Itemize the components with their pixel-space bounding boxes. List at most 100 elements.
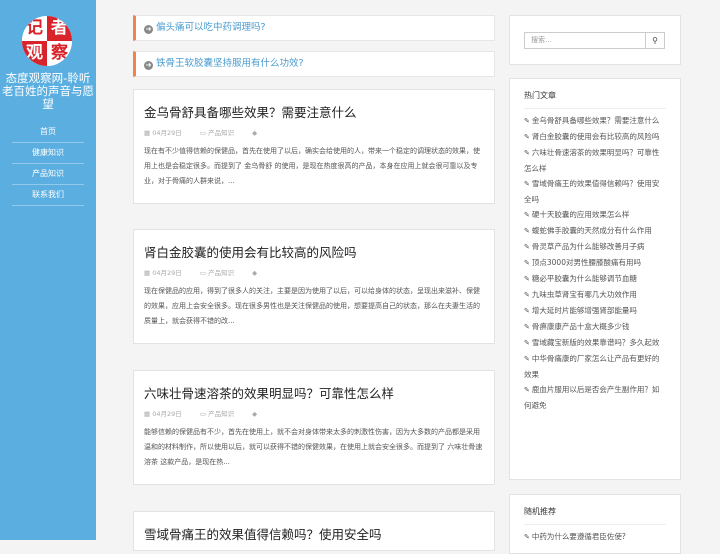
calendar-icon: ▦ 04月29日 bbox=[144, 410, 182, 418]
post-category[interactable]: 产品知识 bbox=[208, 410, 234, 418]
folder-icon: ▭ 产品知识 bbox=[199, 269, 235, 277]
pencil-icon: ✎ bbox=[524, 275, 530, 283]
pencil-icon: ✎ bbox=[524, 133, 530, 141]
pencil-icon: ✎ bbox=[524, 227, 530, 235]
random-list: ✎ 中药为什么要遵循君臣佐使? bbox=[524, 529, 666, 545]
list-item[interactable]: ✎ 六味壮骨速溶茶的效果明显吗？可靠性怎么样 bbox=[524, 145, 666, 176]
list-item-link[interactable]: 雪域骨痛王的效果值得信赖吗？使用安全吗 bbox=[524, 179, 659, 204]
list-item[interactable]: ✎ 蝮蛇佛手胶囊的天然成分有什么作用 bbox=[524, 223, 666, 239]
search-widget: 搜索... ⚲ bbox=[509, 15, 681, 65]
list-item[interactable]: ✎ 中华骨痛康的厂家怎么让产品有更好的效果 bbox=[524, 351, 666, 382]
tag-icon: ◆ bbox=[252, 129, 258, 137]
post-excerpt: 现在保健品的应用，得到了很多人的关注，主要是因为使用了以后，可以给身体的状态，呈… bbox=[144, 287, 480, 325]
list-item[interactable]: ✎ 雪域藏宝新版的效果靠谱吗？多久起效 bbox=[524, 335, 666, 351]
search-input[interactable]: 搜索... bbox=[524, 32, 645, 49]
pencil-icon: ✎ bbox=[524, 291, 530, 299]
list-item[interactable]: ✎ 顶点3000对男性腰膝酸痛有用吗 bbox=[524, 255, 666, 271]
list-item[interactable]: ✎ 骨痹康康产品十盒大概多少钱 bbox=[524, 319, 666, 335]
list-item[interactable]: ✎ 糖必平胶囊为什么能够调节血糖 bbox=[524, 271, 666, 287]
pencil-icon: ✎ bbox=[524, 323, 530, 331]
pencil-icon: ✎ bbox=[524, 307, 530, 315]
list-item[interactable]: ✎ 硬十天胶囊的应用效果怎么样 bbox=[524, 207, 666, 223]
list-item-link[interactable]: 硬十天胶囊的应用效果怎么样 bbox=[532, 210, 630, 219]
post-card: 雪域骨痛王的效果值得信赖吗？使用安全吗 bbox=[133, 511, 495, 551]
list-item-link[interactable]: 增大延时片能够增强肾部能量吗 bbox=[532, 306, 637, 315]
random-widget: 随机推荐 ✎ 中药为什么要遵循君臣佐使? bbox=[509, 494, 681, 554]
list-item[interactable]: ✎ 鹿血片服用以后是否会产生副作用？如何避免 bbox=[524, 382, 666, 413]
hot-articles-title: 热门文章 bbox=[524, 79, 666, 109]
arrow-circle-icon: ➜ bbox=[144, 25, 153, 34]
folder-icon: ▭ 产品知识 bbox=[199, 410, 235, 418]
list-item-link[interactable]: 六味壮骨速溶茶的效果明显吗？可靠性怎么样 bbox=[524, 148, 659, 173]
list-item-link[interactable]: 骨痹康康产品十盒大概多少钱 bbox=[532, 322, 630, 331]
list-item[interactable]: ✎ 金乌骨舒具备哪些效果？需要注意什么 bbox=[524, 113, 666, 129]
logo-char: 记 bbox=[22, 16, 47, 41]
pencil-icon: ✎ bbox=[524, 339, 530, 347]
list-item-link[interactable]: 骨灵草产品为什么能够改善月子病 bbox=[532, 242, 645, 251]
list-item-link[interactable]: 顶点3000对男性腰膝酸痛有用吗 bbox=[532, 258, 641, 267]
list-item-link[interactable]: 九味虫草肾宝有哪几大功效作用 bbox=[532, 290, 637, 299]
list-item[interactable]: ✎ 九味虫草肾宝有哪几大功效作用 bbox=[524, 287, 666, 303]
hot-articles-widget: 热门文章 ✎ 金乌骨舒具备哪些效果？需要注意什么 ✎ 肾白金胶囊的使用会有比较高的风… bbox=[509, 78, 681, 480]
pencil-icon: ✎ bbox=[524, 180, 530, 188]
pencil-icon: ✎ bbox=[524, 243, 530, 251]
pencil-icon: ✎ bbox=[524, 117, 530, 125]
post-date: 04月29日 bbox=[152, 129, 182, 137]
post-title[interactable]: 金乌骨舒具备哪些效果？需要注意什么 bbox=[144, 103, 484, 123]
folder-icon: ▭ 产品知识 bbox=[199, 129, 235, 137]
list-item-link[interactable]: 鹿血片服用以后是否会产生副作用？如何避免 bbox=[524, 385, 659, 410]
search-button[interactable]: ⚲ bbox=[645, 32, 665, 49]
nav-item-home[interactable]: 首页 bbox=[12, 122, 84, 143]
list-item[interactable]: ✎ 肾白金胶囊的使用会有比较高的风险吗 bbox=[524, 129, 666, 145]
logo-char: 观 bbox=[22, 41, 47, 66]
post-meta: ▦ 04月29日 ▭ 产品知识 ◆ bbox=[144, 407, 484, 421]
main-nav: 首页 健康知识 产品知识 联系我们 bbox=[12, 122, 84, 206]
post-title[interactable]: 六味壮骨速溶茶的效果明显吗？可靠性怎么样 bbox=[144, 384, 484, 404]
post-card: 肾白金胶囊的使用会有比较高的风险吗 ▦ 04月29日 ▭ 产品知识 ◆ 现在保健… bbox=[133, 229, 495, 344]
pencil-icon: ✎ bbox=[524, 149, 530, 157]
nav-item-contact[interactable]: 联系我们 bbox=[12, 185, 84, 206]
list-item-link[interactable]: 金乌骨舒具备哪些效果？需要注意什么 bbox=[532, 116, 660, 125]
list-item[interactable]: ✎ 中药为什么要遵循君臣佐使? bbox=[524, 529, 666, 545]
list-item[interactable]: ✎ 雪域骨痛王的效果值得信赖吗？使用安全吗 bbox=[524, 176, 666, 207]
post-date: 04月29日 bbox=[152, 410, 182, 418]
pencil-icon: ✎ bbox=[524, 211, 530, 219]
pencil-icon: ✎ bbox=[524, 355, 530, 363]
post-category[interactable]: 产品知识 bbox=[208, 129, 234, 137]
post-card: 六味壮骨速溶茶的效果明显吗？可靠性怎么样 ▦ 04月29日 ▭ 产品知识 ◆ 能… bbox=[133, 370, 495, 485]
post-card: 金乌骨舒具备哪些效果？需要注意什么 ▦ 04月29日 ▭ 产品知识 ◆ 现在有不… bbox=[133, 89, 495, 204]
calendar-icon: ▦ 04月29日 bbox=[144, 129, 182, 137]
pencil-icon: ✎ bbox=[524, 386, 530, 394]
list-item-link[interactable]: 中华骨痛康的厂家怎么让产品有更好的效果 bbox=[524, 354, 659, 379]
nav-item-health[interactable]: 健康知识 bbox=[12, 143, 84, 164]
notice-link[interactable]: ➜ 铁骨王软胶囊坚持服用有什么功效? bbox=[133, 51, 495, 77]
post-title[interactable]: 肾白金胶囊的使用会有比较高的风险吗 bbox=[144, 243, 484, 263]
notice-link[interactable]: ➜ 偏头痛可以吃中药调理吗? bbox=[133, 15, 495, 41]
post-meta: ▦ 04月29日 ▭ 产品知识 ◆ bbox=[144, 266, 484, 280]
list-item-link[interactable]: 雪域藏宝新版的效果靠谱吗？多久起效 bbox=[532, 338, 660, 347]
site-title[interactable]: 态度观察网-聆听老百姓的声音与愿望 bbox=[0, 72, 96, 111]
post-meta: ▦ 04月29日 ▭ 产品知识 ◆ bbox=[144, 126, 484, 140]
post-excerpt: 能够信赖的保健品有不少，首先在使用上，就不会对身体带来太多的刺激性伤害，因为大多… bbox=[144, 428, 483, 466]
random-title: 随机推荐 bbox=[524, 495, 666, 525]
logo-char: 者 bbox=[47, 16, 72, 41]
notice-text[interactable]: 偏头痛可以吃中药调理吗? bbox=[156, 22, 266, 33]
logo-char: 察 bbox=[47, 41, 72, 66]
list-item-link[interactable]: 肾白金胶囊的使用会有比较高的风险吗 bbox=[532, 132, 660, 141]
list-item-link[interactable]: 糖必平胶囊为什么能够调节血糖 bbox=[532, 274, 637, 283]
hot-articles-list: ✎ 金乌骨舒具备哪些效果？需要注意什么 ✎ 肾白金胶囊的使用会有比较高的风险吗 ✎ 六… bbox=[524, 113, 666, 413]
pencil-icon: ✎ bbox=[524, 259, 530, 267]
notice-text[interactable]: 铁骨王软胶囊坚持服用有什么功效? bbox=[156, 58, 304, 69]
left-sidebar: 记 者 观 察 态度观察网-聆听老百姓的声音与愿望 首页 健康知识 产品知识 联… bbox=[0, 0, 96, 540]
arrow-circle-icon: ➜ bbox=[144, 61, 153, 70]
list-item[interactable]: ✎ 骨灵草产品为什么能够改善月子病 bbox=[524, 239, 666, 255]
tag-icon: ◆ bbox=[252, 269, 258, 277]
nav-item-products[interactable]: 产品知识 bbox=[12, 164, 84, 185]
post-title[interactable]: 雪域骨痛王的效果值得信赖吗？使用安全吗 bbox=[144, 525, 484, 545]
post-date: 04月29日 bbox=[152, 269, 182, 277]
post-category[interactable]: 产品知识 bbox=[208, 269, 234, 277]
site-logo[interactable]: 记 者 观 察 bbox=[22, 16, 72, 66]
calendar-icon: ▦ 04月29日 bbox=[144, 269, 182, 277]
list-item-link[interactable]: 蝮蛇佛手胶囊的天然成分有什么作用 bbox=[532, 226, 652, 235]
list-item[interactable]: ✎ 增大延时片能够增强肾部能量吗 bbox=[524, 303, 666, 319]
